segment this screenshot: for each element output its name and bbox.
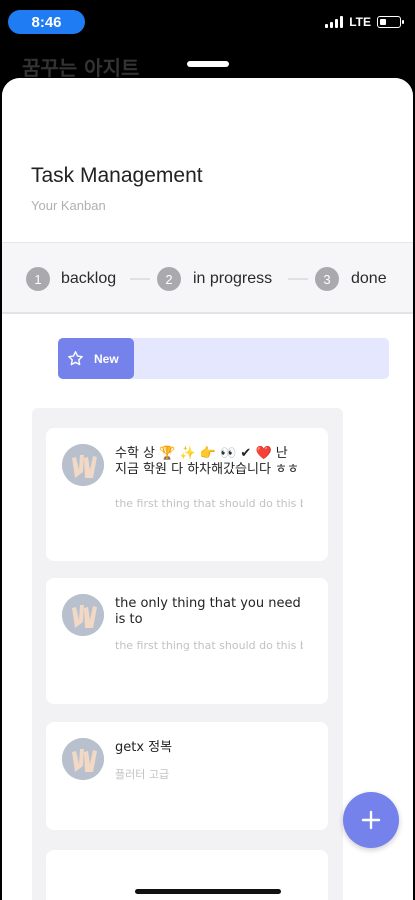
new-task-button[interactable]: New (58, 338, 134, 379)
step-connector (130, 278, 150, 280)
card-title-line: 수학 상 🏆 ✨ 👉 👀 ✔ ❤️ 난 (115, 446, 288, 461)
signal-icon (325, 16, 344, 28)
add-task-button[interactable] (343, 792, 399, 848)
status-indicators: LTE (325, 15, 404, 29)
card-title-line: 지금 학원 다 하차해갔습니다 ㅎㅎ (115, 462, 299, 477)
task-card[interactable]: getx 정복 플러터 고급 (46, 722, 328, 830)
header: Task Management Your Kanban (2, 78, 413, 243)
tab-in-progress[interactable]: in progress (193, 270, 272, 288)
background-app-title: 꿈꾸는 아지트 (22, 56, 140, 80)
card-description: 플러터 고급 (115, 768, 170, 781)
status-bar: 8:46 LTE (0, 0, 415, 44)
card-title: getx 정복 (115, 740, 315, 756)
step-number-done: 3 (315, 267, 339, 291)
page-subtitle: Your Kanban (31, 198, 106, 213)
step-number-in-progress: 2 (157, 267, 181, 291)
new-task-label: New (94, 351, 119, 366)
avatar (62, 738, 104, 780)
plus-icon (361, 810, 381, 830)
network-label: LTE (349, 15, 371, 29)
home-indicator[interactable] (135, 889, 281, 894)
tab-done[interactable]: done (351, 270, 387, 288)
tab-backlog[interactable]: backlog (61, 270, 116, 288)
backlog-column: 수학 상 🏆 ✨ 👉 👀 ✔ ❤️ 난 지금 학원 다 하차해갔습니다 ㅎㅎ t… (32, 408, 343, 900)
sheet-handle[interactable] (187, 61, 229, 67)
battery-icon (377, 16, 404, 28)
status-time: 8:46 (8, 10, 85, 34)
step-connector (288, 278, 308, 280)
stepper: 1 backlog 2 in progress 3 done (2, 242, 413, 314)
card-title-line: is to (115, 612, 143, 627)
star-icon (68, 351, 83, 366)
peace-hand-icon (62, 444, 104, 486)
peace-hand-icon (62, 594, 104, 636)
card-title: 수학 상 🏆 ✨ 👉 👀 ✔ ❤️ 난 지금 학원 다 하차해갔습니다 ㅎㅎ (115, 446, 315, 478)
card-title-line: getx 정복 (115, 740, 173, 755)
peace-hand-icon (62, 738, 104, 780)
kanban-sheet: Task Management Your Kanban 1 backlog 2 … (2, 78, 413, 900)
avatar (62, 444, 104, 486)
page-title: Task Management (31, 164, 203, 187)
card-description: the first thing that should do this book (115, 639, 303, 652)
task-card[interactable]: the only thing that you need is to the f… (46, 578, 328, 704)
avatar (62, 594, 104, 636)
battery-level (379, 18, 386, 25)
new-task-bar[interactable]: New (58, 338, 389, 379)
card-title: the only thing that you need is to (115, 596, 315, 628)
card-title-line: the only thing that you need (115, 596, 301, 611)
step-number-backlog: 1 (26, 267, 50, 291)
task-card[interactable]: 수학 상 🏆 ✨ 👉 👀 ✔ ❤️ 난 지금 학원 다 하차해갔습니다 ㅎㅎ t… (46, 428, 328, 561)
card-description: the first thing that should do this book (115, 497, 303, 510)
